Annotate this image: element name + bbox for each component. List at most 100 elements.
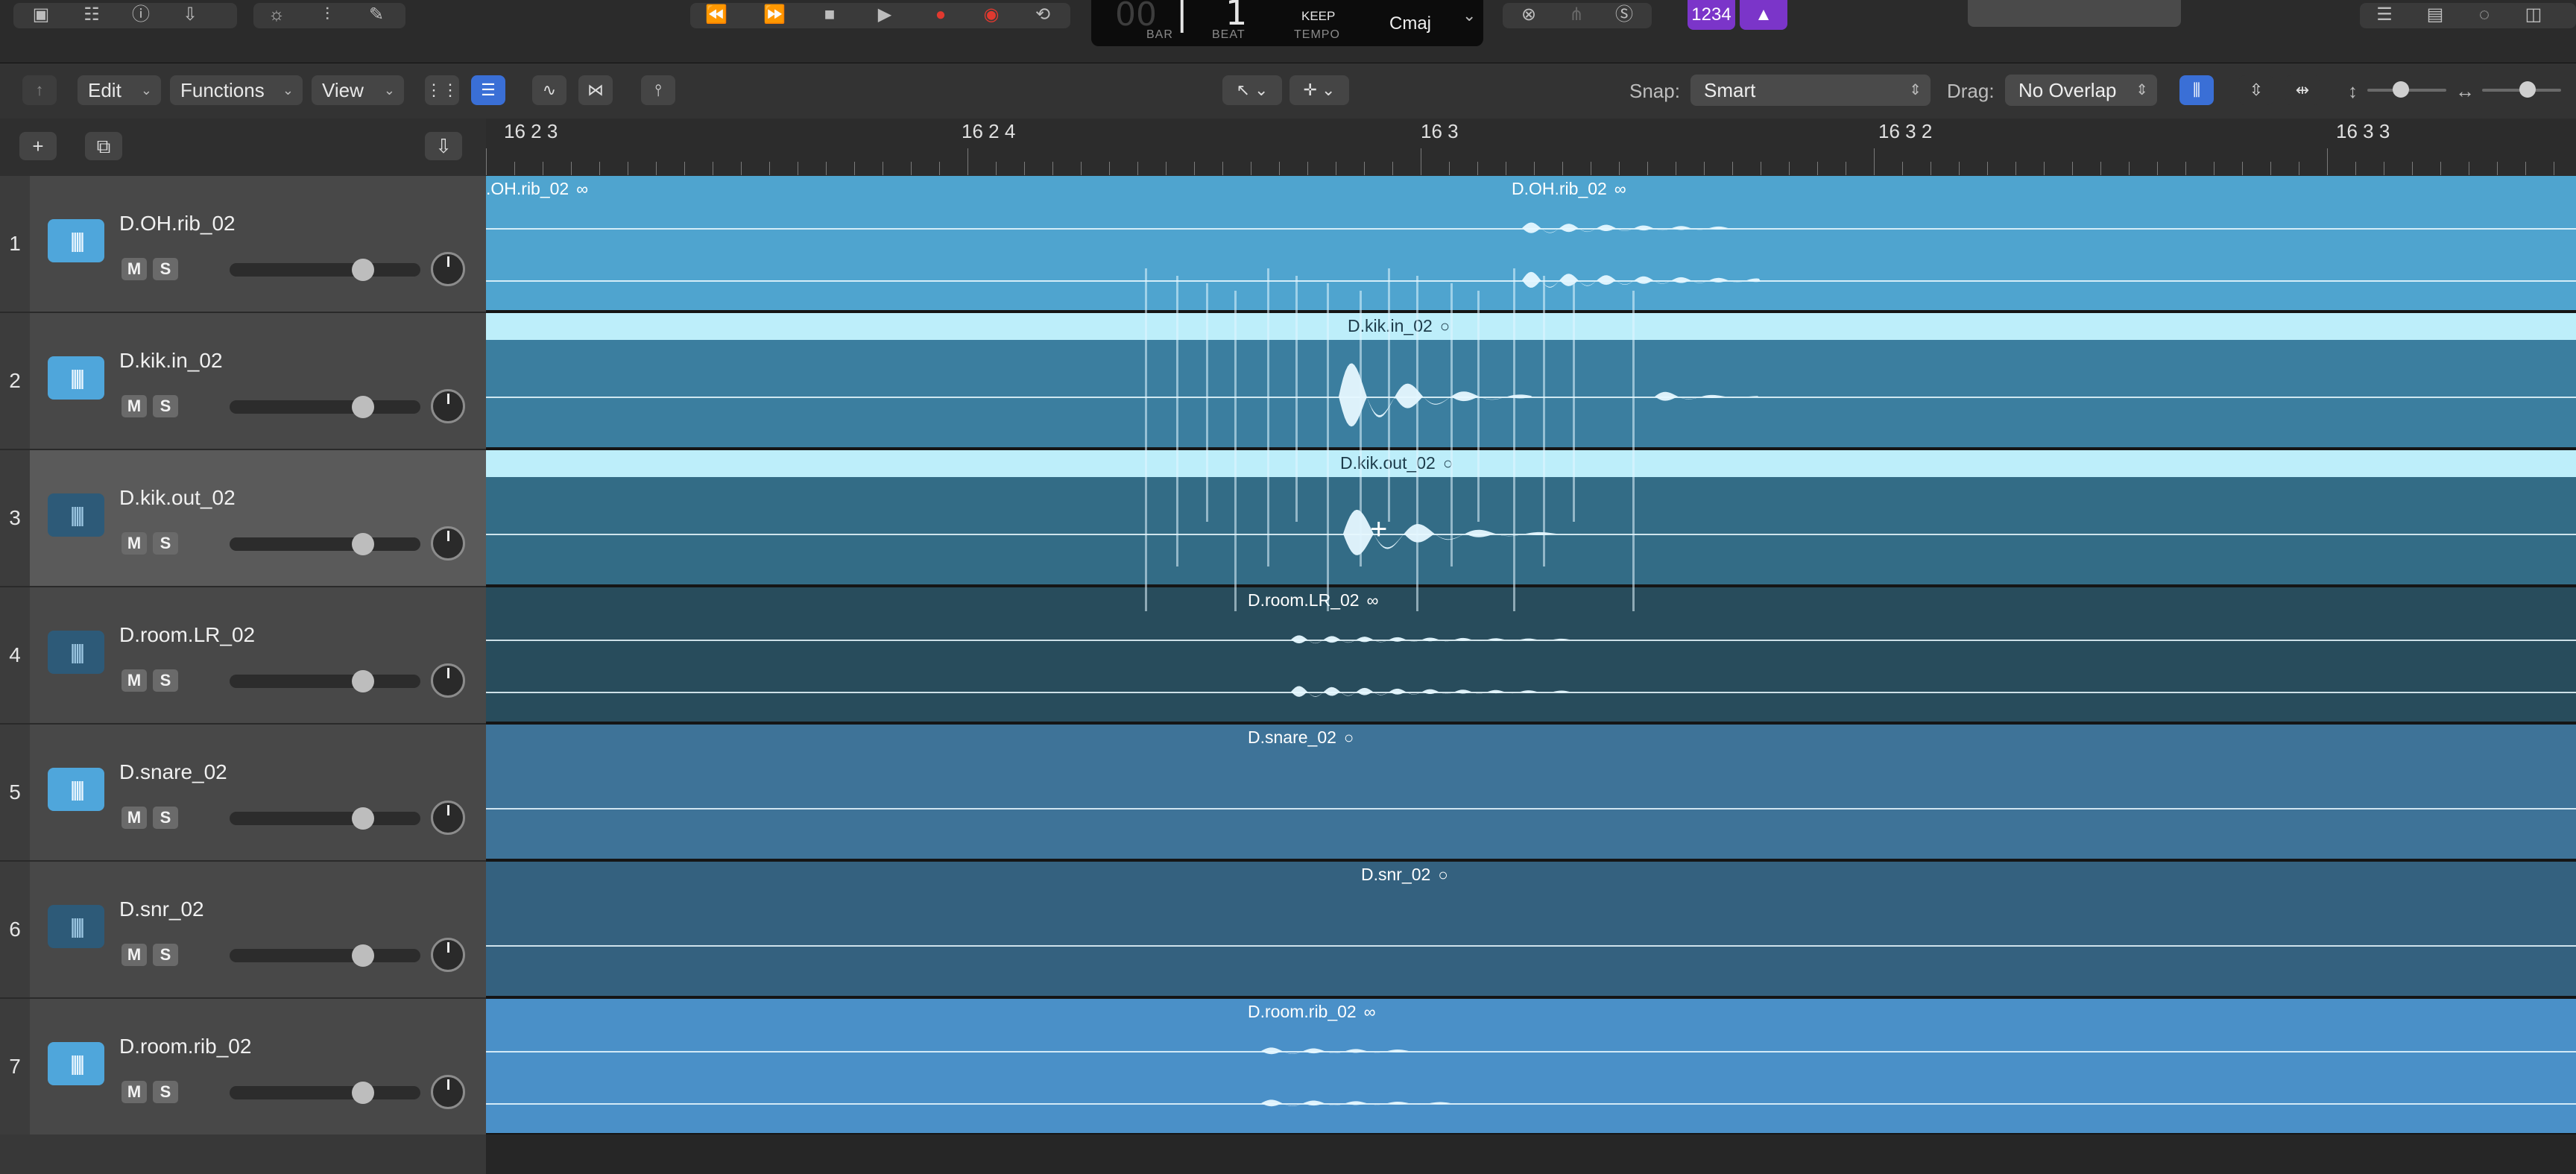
solo-mode-icon[interactable]: Ⓢ: [1610, 3, 1638, 27]
pan-knob[interactable]: [431, 663, 465, 698]
edit-menu[interactable]: Edit ⌄: [78, 75, 161, 105]
horizontal-zoom-knob[interactable]: [2519, 81, 2536, 98]
audio-region[interactable]: D.snr_02 ○: [486, 862, 2576, 999]
smart-controls-icon[interactable]: ☼: [262, 3, 291, 27]
activity-pill[interactable]: [1968, 0, 2181, 27]
tuner-icon[interactable]: ⋔: [1562, 3, 1591, 27]
audio-waveform-icon[interactable]: |||||: [48, 905, 104, 948]
pan-knob[interactable]: [431, 252, 465, 286]
solo-button[interactable]: S: [153, 395, 178, 417]
mute-button[interactable]: M: [121, 944, 147, 966]
drag-select[interactable]: No Overlap ⇕: [2005, 75, 2157, 106]
transient-marker[interactable]: [1295, 276, 1298, 522]
horizontal-fit-icon[interactable]: ⇹: [2285, 75, 2320, 105]
duplicate-track-icon[interactable]: ⧉: [85, 132, 122, 160]
volume-slider[interactable]: [230, 533, 420, 555]
editor-pencil-icon[interactable]: ✎: [362, 3, 391, 27]
volume-slider[interactable]: [230, 944, 420, 967]
audio-region[interactable]: D.snare_02 ○: [486, 725, 2576, 862]
track-name[interactable]: D.room.rib_02: [119, 1035, 251, 1058]
grid-view-icon[interactable]: ⋮⋮: [425, 75, 459, 105]
mute-button[interactable]: M: [121, 807, 147, 829]
view-menu[interactable]: View ⌄: [312, 75, 404, 105]
mute-button[interactable]: M: [121, 395, 147, 417]
track-header[interactable]: 3 ||||| D.kik.out_02 M S: [0, 450, 486, 587]
pan-knob[interactable]: [431, 1075, 465, 1109]
region-label[interactable]: D.snare_02 ○: [1248, 728, 1354, 748]
volume-knob[interactable]: [352, 944, 374, 967]
track-name[interactable]: D.snr_02: [119, 897, 204, 921]
volume-slider[interactable]: [230, 259, 420, 281]
browser-icon[interactable]: ◫: [2519, 3, 2548, 27]
region-label[interactable]: D.snr_02 ○: [1361, 865, 1448, 885]
play-icon[interactable]: ▶: [871, 3, 899, 27]
volume-slider[interactable]: [230, 396, 420, 418]
transient-marker[interactable]: [1388, 268, 1390, 522]
rewind-icon[interactable]: ⏪: [702, 3, 730, 27]
catch-playhead-icon[interactable]: ⫯: [641, 75, 675, 105]
audio-waveform-icon[interactable]: |||||: [48, 493, 104, 537]
audio-waveform-icon[interactable]: |||||: [48, 1042, 104, 1085]
audio-region[interactable]: D.room.rib_02 ∞: [486, 999, 2576, 1136]
add-track-icon[interactable]: +: [19, 132, 57, 160]
track-header[interactable]: 2 ||||| D.kik.in_02 M S: [0, 313, 486, 450]
library-icon[interactable]: ▣: [27, 3, 55, 27]
pan-knob[interactable]: [431, 801, 465, 835]
automation-icon[interactable]: ∿: [532, 75, 566, 105]
track-name[interactable]: D.kik.in_02: [119, 349, 223, 373]
solo-button[interactable]: S: [153, 807, 178, 829]
track-header[interactable]: 1 ||||| D.OH.rib_02 M S: [0, 176, 486, 313]
audio-waveform-icon[interactable]: |||||: [48, 356, 104, 400]
volume-slider[interactable]: [230, 1082, 420, 1104]
transient-marker[interactable]: [1477, 291, 1480, 522]
fast-forward-icon[interactable]: ⏩: [760, 3, 789, 27]
volume-knob[interactable]: [352, 259, 374, 281]
audio-region[interactable]: D.room.LR_02 ∞: [486, 587, 2576, 725]
pan-knob[interactable]: [431, 526, 465, 561]
capture-record-icon[interactable]: ◉: [977, 3, 1006, 27]
functions-menu[interactable]: Functions ⌄: [170, 75, 303, 105]
mixer-icon[interactable]: ⫶: [313, 3, 341, 27]
transient-marker[interactable]: [1543, 276, 1545, 567]
audio-waveform-icon[interactable]: |||||: [48, 631, 104, 674]
transient-marker[interactable]: [1360, 291, 1362, 567]
cycle-icon[interactable]: ⟲: [1029, 3, 1057, 27]
transient-marker[interactable]: [1416, 276, 1418, 611]
solo-button[interactable]: S: [153, 1081, 178, 1103]
transient-marker[interactable]: [1206, 283, 1208, 522]
crosshair-tool-menu[interactable]: ✛ ⌄: [1289, 75, 1349, 105]
volume-knob[interactable]: [352, 533, 374, 555]
audio-region[interactable]: D.OH.rib_02 ∞ .OH.rib_02 ∞: [486, 176, 2576, 313]
audio-region[interactable]: D.kik.out_02○: [486, 450, 2576, 587]
record-icon[interactable]: ●: [926, 3, 955, 27]
back-arrow-icon[interactable]: ↑: [22, 75, 57, 105]
vertical-fit-icon[interactable]: ⇳: [2239, 75, 2273, 105]
transient-marker[interactable]: [1176, 276, 1178, 567]
metronome-icon[interactable]: ▲: [1740, 0, 1787, 30]
solo-button[interactable]: S: [153, 532, 178, 555]
track-header[interactable]: 7 ||||| D.room.rib_02 M S: [0, 999, 486, 1136]
toolbar-download-icon[interactable]: ⇩: [176, 3, 204, 27]
audio-region[interactable]: D.kik.in_02○: [486, 313, 2576, 450]
lcd-menu-chevron-icon[interactable]: ⌄: [1462, 6, 1476, 25]
note-pad-icon[interactable]: ▤: [2421, 3, 2449, 27]
audio-waveform-icon[interactable]: |||||: [48, 219, 104, 262]
loop-browser-icon[interactable]: ◌: [2470, 3, 2498, 27]
track-header[interactable]: 4 ||||| D.room.LR_02 M S: [0, 587, 486, 725]
solo-button[interactable]: S: [153, 944, 178, 966]
transient-marker[interactable]: [1513, 268, 1515, 611]
mute-button[interactable]: M: [121, 1081, 147, 1103]
volume-knob[interactable]: [352, 807, 374, 830]
solo-button[interactable]: S: [153, 669, 178, 692]
count-in-badge[interactable]: 1234: [1688, 0, 1735, 30]
transient-marker[interactable]: [1632, 291, 1635, 611]
quick-help-icon[interactable]: ⓘ: [127, 3, 155, 27]
transient-marker[interactable]: [1450, 283, 1453, 567]
mute-button[interactable]: M: [121, 669, 147, 692]
volume-knob[interactable]: [352, 1082, 374, 1104]
transient-marker[interactable]: [1573, 283, 1575, 522]
transient-marker[interactable]: [1267, 268, 1269, 567]
flex-icon[interactable]: ⋈: [578, 75, 613, 105]
stop-icon[interactable]: ■: [815, 3, 844, 27]
track-header[interactable]: 6 ||||| D.snr_02 M S: [0, 862, 486, 999]
